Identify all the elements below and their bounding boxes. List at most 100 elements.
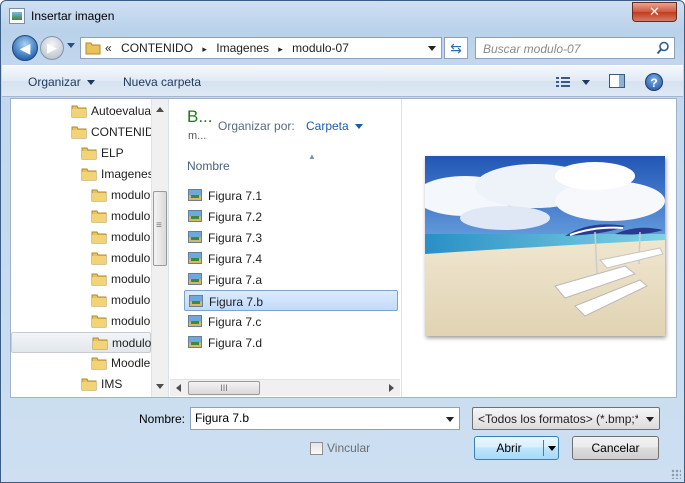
column-header-name[interactable]: Nombre	[187, 159, 230, 173]
breadcrumb-imagenes[interactable]: Imagenes	[216, 41, 269, 55]
library-title: B...	[187, 107, 213, 126]
chevron-down-icon	[354, 124, 363, 130]
image-file-icon	[189, 295, 203, 307]
breadcrumb-separator-icon[interactable]: ▸	[202, 44, 207, 54]
window-title: Insertar imagen	[31, 9, 115, 23]
scroll-right-icon[interactable]	[389, 384, 394, 392]
file-row[interactable]: Figura 7.a	[184, 269, 398, 290]
file-name: Figura 7.b	[209, 295, 264, 309]
image-file-icon	[188, 273, 202, 285]
preview-pane-icon[interactable]	[609, 74, 625, 88]
file-row[interactable]: Figura 7.b	[184, 290, 398, 311]
address-bar[interactable]: « CONTENIDO ▸ Imagenes ▸ modulo-07	[80, 37, 442, 59]
organize-label: Organizar	[28, 75, 81, 89]
scroll-left-icon[interactable]	[176, 384, 181, 392]
search-icon[interactable]	[656, 41, 670, 55]
title-bar[interactable]: Insertar imagen ✕	[1, 1, 684, 31]
chevron-down-icon[interactable]	[446, 417, 454, 422]
address-dropdown[interactable]	[428, 46, 436, 51]
resize-grip-icon[interactable]	[671, 469, 681, 479]
tree-item-label: modulo	[112, 336, 152, 350]
folder-icon	[71, 105, 87, 118]
folder-icon	[81, 147, 97, 160]
arrange-by-dropdown[interactable]: Carpeta	[306, 119, 363, 133]
split-divider	[543, 440, 544, 456]
link-checkbox[interactable]	[310, 442, 323, 455]
tree-item-label: modulo	[111, 293, 151, 307]
arrange-by-label: Organizar por:	[218, 119, 295, 133]
file-row[interactable]: Figura 7.1	[184, 185, 398, 206]
file-row[interactable]: Figura 7.d	[184, 332, 398, 353]
file-row[interactable]: Figura 7.3	[184, 227, 398, 248]
refresh-button[interactable]: ⇆	[444, 37, 468, 59]
file-row[interactable]: Figura 7.2	[184, 206, 398, 227]
file-name: Figura 7.c	[208, 315, 262, 329]
folder-icon	[85, 42, 101, 55]
folder-icon	[91, 210, 107, 223]
tree-item-label: modulo	[111, 251, 151, 265]
folder-icon	[91, 252, 107, 265]
chevron-down-icon[interactable]	[548, 446, 556, 451]
folder-icon	[81, 378, 97, 391]
image-file-icon	[188, 231, 202, 243]
file-name: Figura 7.2	[208, 210, 263, 224]
breadcrumb: « CONTENIDO ▸ Imagenes ▸ modulo-07	[105, 41, 355, 55]
help-icon[interactable]: ?	[645, 73, 663, 91]
cancel-button[interactable]: Cancelar	[572, 436, 659, 460]
breadcrumb-overflow[interactable]: «	[105, 41, 112, 55]
tree-item-label: Imagenes	[101, 167, 154, 181]
insert-image-dialog: Insertar imagen ✕ ◀ ▶ « CONTENIDO ▸ Imag…	[0, 0, 685, 483]
tree-item-label: IMS	[101, 377, 123, 391]
search-box[interactable]: Buscar modulo-07	[475, 37, 675, 59]
folder-icon	[91, 231, 107, 244]
new-folder-button[interactable]: Nueva carpeta	[123, 75, 201, 89]
file-row[interactable]: Figura 7.c	[184, 311, 398, 332]
tree-item[interactable]: modulo	[11, 332, 151, 353]
open-button[interactable]: Abrir	[474, 436, 559, 460]
tree-item-label: modulo	[111, 209, 151, 223]
folder-icon	[92, 337, 108, 350]
scroll-up-icon[interactable]	[156, 107, 164, 112]
breadcrumb-contenido[interactable]: CONTENIDO	[121, 41, 193, 55]
back-button[interactable]: ◀	[12, 35, 38, 61]
sort-ascending-icon: ▲	[308, 152, 316, 161]
breadcrumb-separator-icon[interactable]: ▸	[278, 44, 283, 54]
preview-pane	[401, 99, 676, 397]
folder-icon	[81, 168, 97, 181]
tree-item-label: Autoevalua	[91, 104, 152, 118]
folder-icon	[91, 315, 107, 328]
close-button[interactable]: ✕	[632, 2, 677, 22]
tree-item-label: ELP	[101, 146, 124, 160]
link-checkbox-label[interactable]: Vincular	[327, 441, 370, 455]
change-view-icon[interactable]	[556, 75, 592, 89]
recent-pages-dropdown[interactable]	[67, 43, 75, 48]
file-type-value: <Todos los formatos> (*.bmp;*	[478, 412, 638, 426]
browser-area: Autoevalua CONTENIDO ELP Imagenes modulo modu…	[10, 98, 677, 398]
folder-icon	[91, 294, 107, 307]
scroll-down-icon[interactable]	[156, 384, 164, 389]
open-button-label: Abrir	[496, 441, 522, 455]
file-name-input[interactable]	[195, 411, 440, 425]
folder-icon	[91, 273, 107, 286]
file-type-filter[interactable]: <Todos los formatos> (*.bmp;*	[472, 407, 660, 430]
horizontal-scrollbar[interactable]: III	[170, 379, 400, 396]
breadcrumb-modulo-07[interactable]: modulo-07	[292, 41, 349, 55]
tree-item-label: modulo	[111, 314, 151, 328]
scrollbar-thumb[interactable]: III	[188, 381, 260, 395]
tree-item-label: Moodle	[111, 356, 151, 370]
image-file-icon	[188, 336, 202, 348]
file-row[interactable]: Figura 7.4	[184, 248, 398, 269]
command-bar: Organizar Nueva carpeta ?	[2, 65, 683, 97]
folder-icon	[71, 126, 87, 139]
file-name-combobox[interactable]	[190, 407, 460, 430]
organize-menu-button[interactable]: Organizar	[28, 75, 95, 89]
arrange-by-value: Carpeta	[306, 119, 349, 133]
file-list-pane: B... m... Organizar por: Carpeta Nombre …	[170, 99, 400, 397]
tree-vertical-scrollbar[interactable]	[151, 99, 168, 397]
file-name-label: Nombre:	[139, 412, 186, 426]
scrollbar-thumb[interactable]	[153, 191, 167, 266]
forward-button[interactable]: ▶	[40, 36, 64, 60]
library-subtitle: m...	[188, 130, 207, 142]
file-name: Figura 7.1	[208, 189, 263, 203]
search-placeholder[interactable]: Buscar modulo-07	[483, 42, 580, 56]
